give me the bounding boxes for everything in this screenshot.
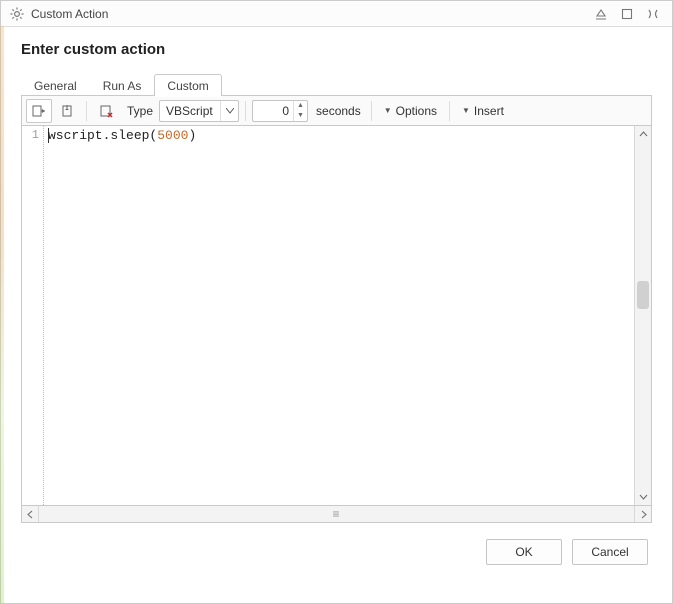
code-number: 5000 [157, 128, 188, 143]
titlebar: Custom Action [1, 1, 672, 27]
code-text: wscript.sleep( [48, 128, 157, 143]
gear-icon [9, 6, 25, 22]
toolbar: Type VBScript 0 ▲ ▼ seconds ▼ Options ▼ … [21, 96, 652, 126]
clear-button[interactable] [93, 99, 119, 123]
horizontal-scrollbar[interactable]: ≡ [21, 506, 652, 523]
line-number: 1 [22, 128, 39, 142]
scroll-thumb[interactable] [637, 281, 649, 309]
code-area[interactable]: wscript.sleep(5000) [44, 126, 634, 505]
insert-menu[interactable]: ▼ Insert [456, 99, 510, 123]
maximize-button[interactable] [616, 5, 638, 23]
tab-bar: General Run As Custom [21, 72, 652, 96]
options-label: Options [396, 104, 437, 118]
type-combo-value: VBScript [160, 104, 220, 118]
scroll-up-icon[interactable] [635, 126, 652, 143]
export-button[interactable] [54, 99, 80, 123]
scroll-right-icon[interactable] [634, 506, 651, 522]
scroll-down-icon[interactable] [635, 488, 652, 505]
spinner-down-icon[interactable]: ▼ [294, 111, 307, 121]
gutter: 1 [22, 126, 44, 505]
code-editor[interactable]: 1 wscript.sleep(5000) [21, 126, 652, 506]
tab-general[interactable]: General [21, 74, 90, 96]
close-button[interactable] [642, 5, 664, 23]
chevron-down-icon: ▼ [384, 106, 392, 115]
delay-value[interactable]: 0 [253, 101, 293, 121]
spinner-up-icon[interactable]: ▲ [294, 101, 307, 111]
ok-button[interactable]: OK [486, 539, 562, 565]
divider [449, 101, 450, 121]
delay-spinner[interactable]: 0 ▲ ▼ [252, 100, 308, 122]
scroll-left-icon[interactable] [22, 506, 39, 522]
tab-custom[interactable]: Custom [154, 74, 221, 96]
cancel-button[interactable]: Cancel [572, 539, 648, 565]
window-title: Custom Action [31, 7, 586, 21]
chevron-down-icon[interactable] [220, 101, 238, 121]
scroll-track[interactable]: ≡ [39, 506, 634, 522]
page-heading: Enter custom action [21, 41, 652, 58]
import-button[interactable] [26, 99, 52, 123]
options-menu[interactable]: ▼ Options [378, 99, 443, 123]
type-label: Type [121, 104, 157, 118]
chevron-down-icon: ▼ [462, 106, 470, 115]
dialog-button-row: OK Cancel [21, 523, 652, 565]
divider [245, 101, 246, 121]
seconds-label: seconds [310, 104, 365, 118]
vertical-scrollbar[interactable] [634, 126, 651, 505]
code-text: ) [188, 128, 196, 143]
type-combo[interactable]: VBScript [159, 100, 239, 122]
insert-label: Insert [474, 104, 504, 118]
divider [86, 101, 87, 121]
collapse-button[interactable] [590, 5, 612, 23]
divider [371, 101, 372, 121]
tab-runas[interactable]: Run As [90, 74, 155, 96]
grip-icon: ≡ [332, 507, 340, 521]
